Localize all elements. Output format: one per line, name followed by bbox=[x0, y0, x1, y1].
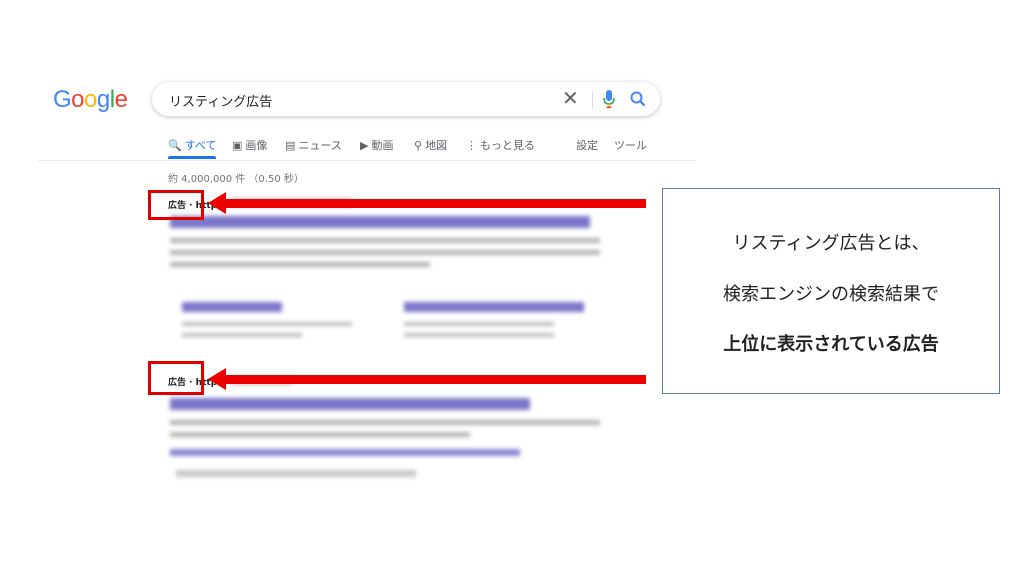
tab-maps[interactable]: ⚲ 地図 bbox=[414, 137, 447, 153]
blurred-text-line bbox=[170, 432, 470, 437]
ad-extension bbox=[176, 470, 416, 477]
logo-letter: o bbox=[71, 86, 85, 113]
tab-label: 画像 bbox=[245, 139, 268, 152]
tab-label: すべて bbox=[184, 139, 217, 152]
ad-title[interactable] bbox=[170, 398, 530, 410]
blurred-text-line bbox=[404, 322, 554, 326]
mic-icon[interactable] bbox=[602, 89, 616, 109]
search-box[interactable]: リスティング広告 ✕ bbox=[152, 82, 660, 116]
ad-description bbox=[170, 420, 600, 450]
explanation-line: リスティング広告とは、 bbox=[732, 233, 930, 254]
divider bbox=[38, 160, 696, 161]
blurred-text-line bbox=[182, 322, 352, 326]
ad-label-highlight bbox=[148, 190, 204, 220]
tab-label: 設定 bbox=[576, 139, 598, 152]
search-icon: 🔍 bbox=[168, 139, 182, 152]
logo-letter: o bbox=[84, 86, 97, 113]
tab-label: 動画 bbox=[371, 139, 394, 152]
active-tab-indicator bbox=[168, 156, 216, 159]
logo-letter: G bbox=[53, 86, 72, 113]
tab-label: 地図 bbox=[425, 139, 448, 152]
tab-settings[interactable]: 設定 bbox=[576, 137, 598, 153]
logo-letter: g bbox=[96, 86, 110, 113]
ad-description bbox=[170, 238, 600, 278]
explanation-line: 検索エンジンの検索結果で bbox=[723, 284, 939, 305]
image-icon: ▣ bbox=[232, 139, 243, 152]
blurred-text-line bbox=[182, 333, 302, 337]
ad-sitelinks-row[interactable] bbox=[170, 449, 520, 456]
sitelink-description bbox=[182, 322, 382, 337]
tab-videos[interactable]: ▶ 動画 bbox=[360, 137, 393, 153]
ad-label-highlight bbox=[148, 361, 204, 395]
tab-label: もっと見る bbox=[480, 139, 535, 152]
news-icon: ▤ bbox=[285, 139, 296, 152]
search-icon[interactable] bbox=[629, 90, 647, 108]
tab-label: ニュース bbox=[298, 139, 342, 152]
blurred-text-line bbox=[170, 420, 600, 425]
google-logo[interactable]: Google bbox=[53, 86, 128, 114]
tab-label: ツール bbox=[614, 139, 647, 152]
explanation-box: リスティング広告とは、 検索エンジンの検索結果で 上位に表示されている広告 bbox=[662, 188, 1000, 394]
tab-images[interactable]: ▣ 画像 bbox=[232, 137, 267, 153]
more-vert-icon: ⋮ bbox=[466, 139, 477, 152]
sitelink-title[interactable] bbox=[182, 302, 282, 312]
close-icon[interactable]: ✕ bbox=[562, 88, 579, 108]
arrow-shaft bbox=[224, 199, 646, 208]
divider bbox=[592, 91, 593, 109]
blurred-text-line bbox=[170, 250, 600, 255]
blurred-text-line bbox=[170, 238, 600, 243]
ad-title[interactable] bbox=[170, 216, 590, 228]
tab-news[interactable]: ▤ ニュース bbox=[285, 137, 342, 153]
play-icon: ▶ bbox=[360, 139, 369, 152]
search-input[interactable]: リスティング広告 bbox=[169, 91, 272, 110]
blurred-text-line bbox=[404, 333, 554, 337]
blurred-text-line bbox=[170, 262, 430, 267]
sitelink-title[interactable] bbox=[404, 302, 584, 312]
result-stats: 約 4,000,000 件 （0.50 秒） bbox=[168, 174, 304, 185]
sitelink-description bbox=[404, 322, 604, 337]
map-pin-icon: ⚲ bbox=[414, 139, 423, 152]
explanation-line-emphasis: 上位に表示されている広告 bbox=[723, 334, 939, 355]
logo-letter: e bbox=[114, 86, 128, 113]
tab-all[interactable]: 🔍 すべて bbox=[168, 137, 217, 153]
arrow-shaft bbox=[224, 375, 646, 384]
tab-tools[interactable]: ツール bbox=[614, 137, 647, 153]
tab-more[interactable]: ⋮ もっと見る bbox=[466, 137, 535, 153]
